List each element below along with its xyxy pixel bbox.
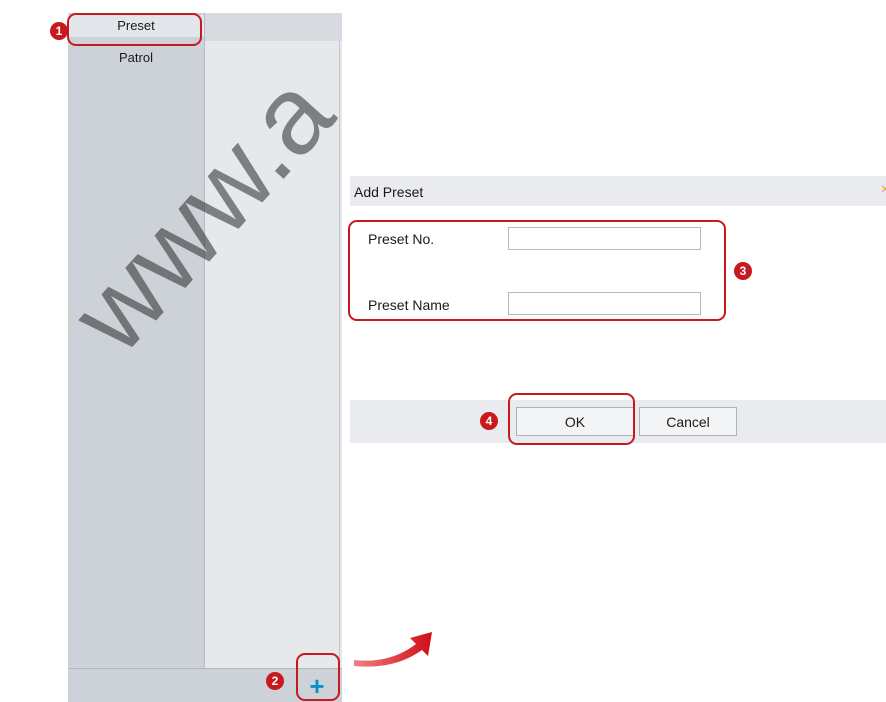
preset-list bbox=[204, 13, 342, 668]
callout-highlight-add-button bbox=[296, 653, 340, 701]
tab-patrol[interactable]: Patrol bbox=[68, 47, 204, 69]
callout-badge-2: 2 bbox=[266, 672, 284, 690]
list-divider bbox=[339, 41, 340, 668]
callout-badge-1: 1 bbox=[50, 22, 68, 40]
dialog-title-bar: Add Preset × bbox=[350, 176, 886, 206]
callout-highlight-fields bbox=[348, 220, 726, 321]
arrow-icon bbox=[354, 632, 432, 667]
dialog-title: Add Preset bbox=[354, 184, 424, 200]
preset-list-header bbox=[205, 13, 342, 41]
callout-badge-3: 3 bbox=[734, 262, 752, 280]
close-icon[interactable]: × bbox=[881, 181, 886, 199]
callout-highlight-preset-tab bbox=[67, 13, 202, 46]
callout-badge-4: 4 bbox=[480, 412, 498, 430]
tab-column: Preset Patrol bbox=[68, 13, 204, 668]
cancel-button[interactable]: Cancel bbox=[639, 407, 737, 436]
ptz-panel: Preset Patrol + bbox=[68, 13, 342, 702]
callout-highlight-ok bbox=[508, 393, 635, 445]
